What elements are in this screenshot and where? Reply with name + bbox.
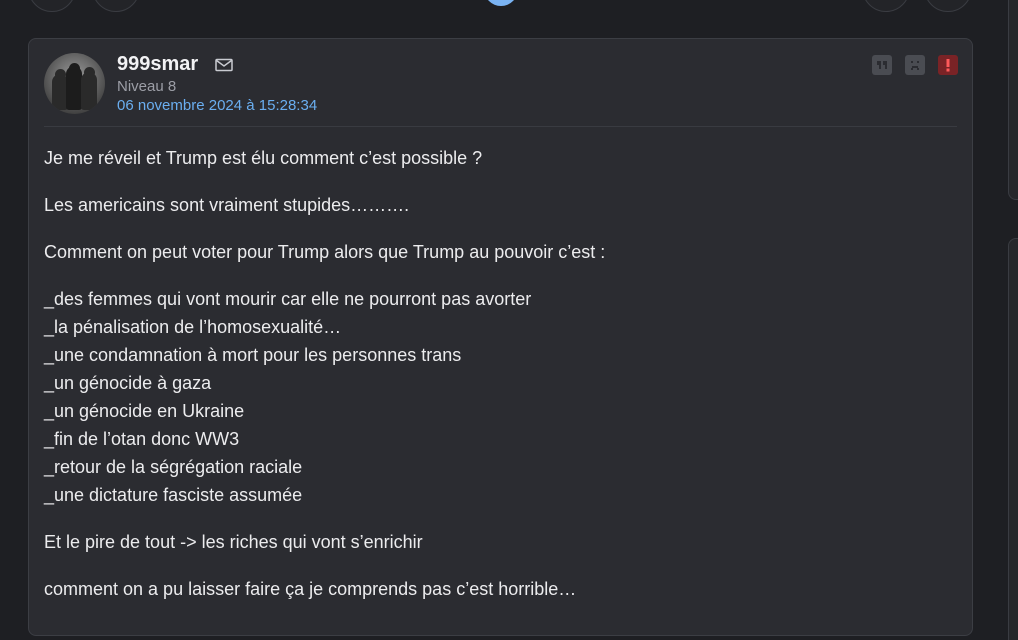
side-panel-top [1008,0,1018,200]
list-item: _la pénalisation de l’homosexualité… [44,317,342,337]
list-item: _des femmes qui vont mourir car elle ne … [44,289,532,309]
post-date-link[interactable]: 06 novembre 2024 à 15:28:34 [117,97,317,114]
avatar-figure [81,72,97,110]
report-alert-icon[interactable] [938,55,958,75]
pagination-current-page[interactable] [484,0,518,6]
post-paragraph: Je me réveil et Trump est élu comment c’… [44,148,483,168]
post-paragraph: Comment on peut voter pour Trump alors q… [44,242,606,262]
page: 999smar Niveau 8 06 novembre 2024 à 15:2… [0,0,1018,640]
author-name[interactable]: 999smar [117,53,198,76]
pagination-button-next[interactable] [862,0,910,12]
header-divider [44,126,957,127]
post-actions [872,55,958,75]
post-paragraph: Les americains sont vraiment stupides………… [44,195,410,215]
pagination-button-first[interactable] [28,0,76,12]
list-item: _un génocide à gaza [44,373,212,393]
post-body: Je me réveil et Trump est élu comment c’… [44,144,944,622]
avatar[interactable] [44,53,105,114]
post-paragraph: comment on a pu laisser faire ça je comp… [44,579,577,599]
forum-post: 999smar Niveau 8 06 novembre 2024 à 15:2… [28,38,973,636]
author-level: Niveau 8 [117,78,177,95]
avatar-figure [66,66,82,110]
list-item: _une condamnation à mort pour les person… [44,345,462,365]
list-item: _retour de la ségrégation raciale [44,457,303,477]
post-paragraph: Et le pire de tout -> les riches qui von… [44,532,423,552]
pagination-button-prev[interactable] [92,0,140,12]
post-list: _des femmes qui vont mourir car elle ne … [44,285,944,509]
mail-icon[interactable] [215,58,233,72]
list-item: _fin de l’otan donc WW3 [44,429,240,449]
side-panel-bottom [1008,238,1018,640]
sad-face-icon[interactable] [905,55,925,75]
pagination-button-last[interactable] [924,0,972,12]
quote-icon[interactable] [872,55,892,75]
list-item: _une dictature fasciste assumée [44,485,303,505]
list-item: _un génocide en Ukraine [44,401,245,421]
